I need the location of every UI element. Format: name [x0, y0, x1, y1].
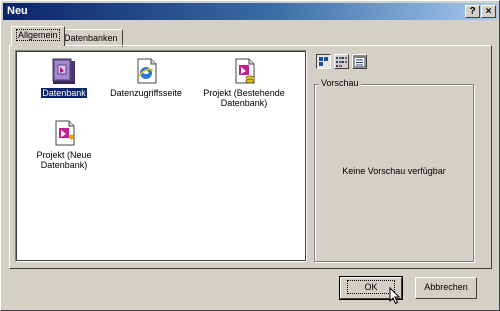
list-view-icon — [336, 57, 347, 67]
preview-title: Vorschau — [319, 78, 361, 88]
template-item-datenzugriffsseite[interactable]: Datenzugriffsseite — [106, 57, 186, 99]
preview-message: Keine Vorschau verfügbar — [342, 166, 446, 176]
tab-label: Datenbanken — [64, 33, 118, 43]
details-view-button[interactable] — [352, 54, 367, 69]
title-bar[interactable]: Neu ? × — [3, 3, 498, 20]
ok-button-label: OK — [347, 280, 395, 294]
template-label: Datenzugriffsseite — [110, 88, 182, 98]
template-label: Datenbank — [40, 87, 88, 99]
cancel-button[interactable]: Abbrechen — [415, 277, 477, 299]
template-label: Projekt (Bestehende Datenbank) — [203, 88, 285, 108]
tab-allgemein[interactable]: Allgemein — [11, 26, 65, 46]
database-template-icon — [52, 58, 75, 84]
close-button[interactable]: × — [481, 5, 496, 18]
template-label: Projekt (Neue Datenbank) — [36, 150, 92, 170]
large-icons-view-icon — [319, 57, 328, 66]
project-existing-db-icon — [235, 58, 255, 84]
template-list[interactable]: Datenbank Datenzugriffsseite Projekt (Be… — [15, 50, 307, 262]
project-new-db-icon — [55, 120, 75, 146]
details-view-icon — [353, 55, 366, 68]
new-dialog: Neu ? × Allgemein Datenbanken Datenbank — [0, 0, 500, 311]
template-item-projekt-bestehende[interactable]: Projekt (Bestehende Datenbank) — [198, 57, 290, 109]
tab-label: Allgemein — [16, 29, 60, 41]
data-access-page-icon — [137, 58, 157, 84]
template-item-datenbank[interactable]: Datenbank — [24, 57, 104, 99]
large-icons-view-button[interactable] — [316, 54, 331, 69]
list-view-button[interactable] — [334, 54, 349, 69]
help-button[interactable]: ? — [465, 5, 480, 18]
template-item-projekt-neue[interactable]: Projekt (Neue Datenbank) — [24, 119, 104, 171]
mouse-pointer-icon — [389, 287, 401, 305]
window-title: Neu — [7, 5, 28, 17]
